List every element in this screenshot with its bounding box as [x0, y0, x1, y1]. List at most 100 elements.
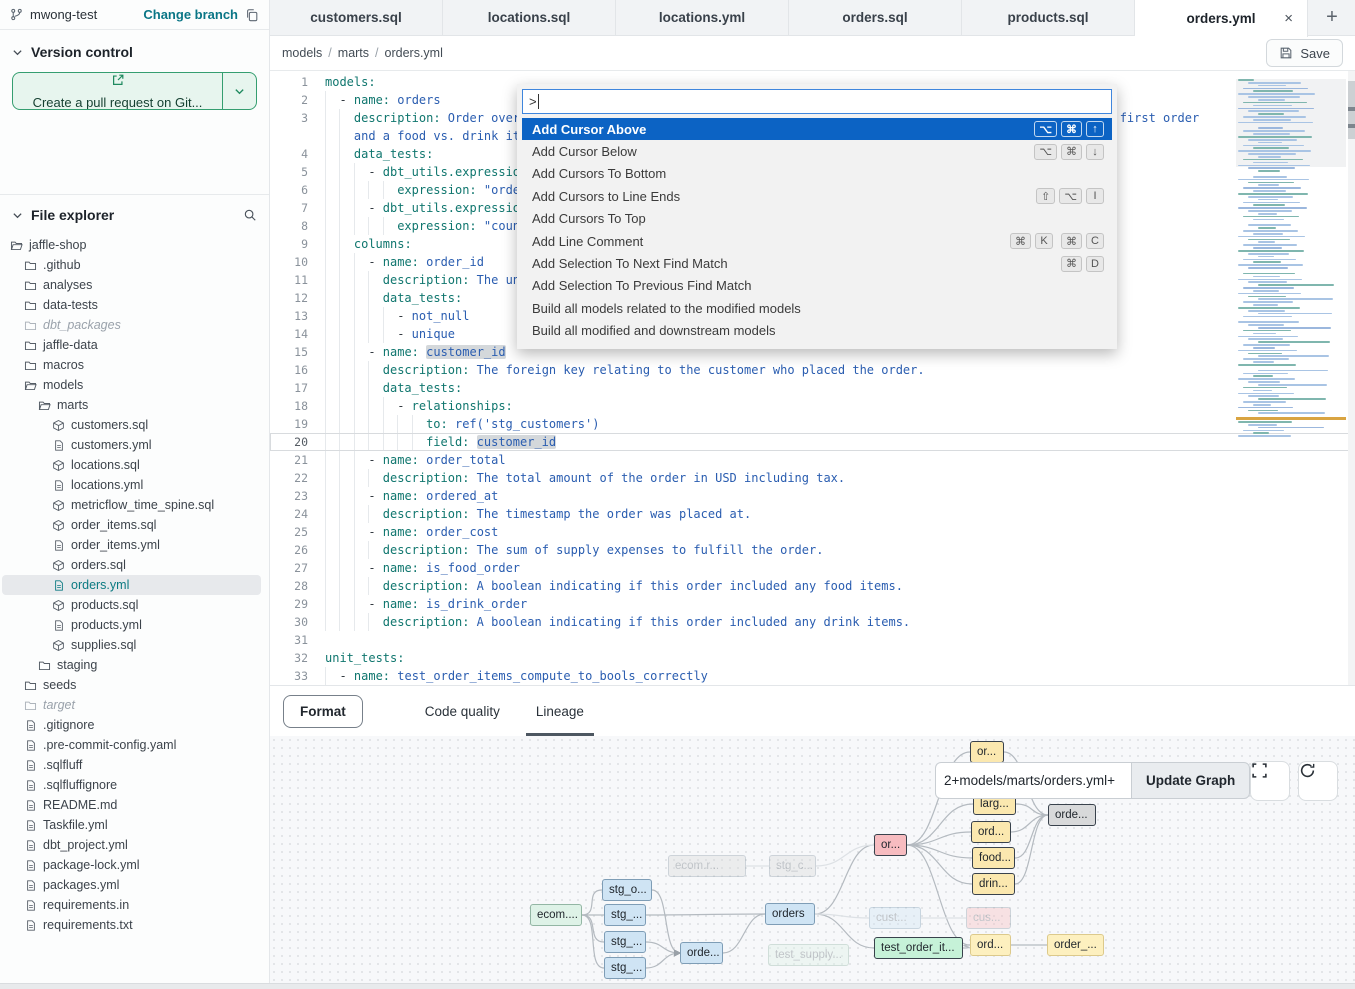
lineage-node-cust[interactable]: cust...	[869, 907, 921, 929]
tree-item-products.sql[interactable]: products.sql	[2, 595, 261, 615]
tree-item-.pre-commit-config.yaml[interactable]: .pre-commit-config.yaml	[2, 735, 261, 755]
tree-item-README.md[interactable]: README.md	[2, 795, 261, 815]
palette-item[interactable]: Add Line Comment⌘K⌘C	[522, 230, 1112, 252]
editor-scrollbar[interactable]	[1348, 71, 1355, 685]
lineage-node-stg_[interactable]: stg_...	[604, 957, 646, 979]
lineage-node-ord[interactable]: ord...	[971, 821, 1011, 843]
code-line[interactable]: 25- name: order_cost	[270, 523, 1355, 541]
lineage-node-orde[interactable]: orde...	[1048, 804, 1096, 826]
tree-item-.sqlfluffignore[interactable]: .sqlfluffignore	[2, 775, 261, 795]
code-line[interactable]: 33- name: test_order_items_compute_to_bo…	[270, 667, 1355, 685]
palette-item[interactable]: Add Selection To Next Find Match⌘D	[522, 252, 1112, 274]
tree-item-.gitignore[interactable]: .gitignore	[2, 715, 261, 735]
lineage-node-order_[interactable]: order_...	[1047, 934, 1104, 956]
lineage-node-food[interactable]: food...	[972, 847, 1015, 869]
lineage-node-orders[interactable]: orders	[765, 903, 815, 925]
lineage-node-ecomr[interactable]: ecom.r...	[668, 855, 746, 877]
lineage-node-stg_[interactable]: stg_...	[604, 931, 646, 953]
tree-item-staging[interactable]: staging	[2, 655, 261, 675]
breadcrumb-part[interactable]: marts	[338, 46, 369, 60]
file-explorer-header[interactable]: File explorer	[0, 195, 269, 231]
code-line[interactable]: 24description: The timestamp the order w…	[270, 505, 1355, 523]
code-line[interactable]: 30description: A boolean indicating if t…	[270, 613, 1355, 631]
lineage-node-test_order_it[interactable]: test_order_it...	[874, 937, 963, 959]
palette-item[interactable]: Add Cursor Above⌥⌘↑	[522, 118, 1112, 140]
close-icon[interactable]: ×	[1284, 10, 1293, 27]
lineage-node-or[interactable]: or...	[970, 741, 1004, 763]
code-line[interactable]: 17data_tests:	[270, 379, 1355, 397]
tree-item-requirements.txt[interactable]: requirements.txt	[2, 915, 261, 935]
lineage-node-stg_[interactable]: stg_...	[604, 904, 646, 926]
format-button[interactable]: Format	[283, 695, 363, 728]
code-line[interactable]: 22description: The total amount of the o…	[270, 469, 1355, 487]
tab-products.sql[interactable]: products.sql	[962, 0, 1135, 35]
code-line[interactable]: 21- name: order_total	[270, 451, 1355, 469]
tree-item-products.yml[interactable]: products.yml	[2, 615, 261, 635]
code-line[interactable]: 32unit_tests:	[270, 649, 1355, 667]
code-line[interactable]: 28description: A boolean indicating if t…	[270, 577, 1355, 595]
refresh-button[interactable]	[1298, 761, 1338, 801]
palette-item[interactable]: Add Selection To Previous Find Match	[522, 275, 1112, 297]
tree-item-customers.sql[interactable]: customers.sql	[2, 415, 261, 435]
tree-item-dbt_project.yml[interactable]: dbt_project.yml	[2, 835, 261, 855]
tab-locations.yml[interactable]: locations.yml	[616, 0, 789, 35]
tree-item-macros[interactable]: macros	[2, 355, 261, 375]
tree-item-locations.sql[interactable]: locations.sql	[2, 455, 261, 475]
palette-item[interactable]: Build all modified and downstream models	[522, 320, 1112, 342]
tab-locations.sql[interactable]: locations.sql	[443, 0, 616, 35]
code-line[interactable]: 18- relationships:	[270, 397, 1355, 415]
code-line[interactable]: 27- name: is_food_order	[270, 559, 1355, 577]
tree-item-customers.yml[interactable]: customers.yml	[2, 435, 261, 455]
fullscreen-button[interactable]	[1250, 761, 1290, 801]
breadcrumb-part[interactable]: models	[282, 46, 322, 60]
code-line[interactable]: 23- name: ordered_at	[270, 487, 1355, 505]
code-line[interactable]: 29- name: is_drink_order	[270, 595, 1355, 613]
create-pr-split-button[interactable]: Create a pull request on Git...	[12, 72, 257, 110]
command-palette-input[interactable]: >	[522, 89, 1112, 114]
tree-item-Taskfile.yml[interactable]: Taskfile.yml	[2, 815, 261, 835]
version-control-header[interactable]: Version control	[0, 30, 269, 68]
code-editor[interactable]: 1models:2- name: orders3description: Ord…	[270, 71, 1355, 685]
bottom-tab-lineage[interactable]: Lineage	[518, 686, 602, 736]
tab-orders.sql[interactable]: orders.sql	[789, 0, 962, 35]
tree-item-data-tests[interactable]: data-tests	[2, 295, 261, 315]
tree-item-order_items.yml[interactable]: order_items.yml	[2, 535, 261, 555]
lineage-node-orde[interactable]: orde...	[680, 942, 723, 964]
tab-customers.sql[interactable]: customers.sql	[270, 0, 443, 35]
lineage-node-ecom[interactable]: ecom....	[530, 904, 582, 926]
tree-item-orders.yml[interactable]: orders.yml	[2, 575, 261, 595]
tree-item-analyses[interactable]: analyses	[2, 275, 261, 295]
palette-item[interactable]: Build all models related to the modified…	[522, 297, 1112, 319]
copy-icon[interactable]	[245, 8, 259, 22]
palette-item[interactable]: Add Cursors To Bottom	[522, 163, 1112, 185]
tree-item-orders.sql[interactable]: orders.sql	[2, 555, 261, 575]
lineage-node-or[interactable]: or...	[874, 834, 907, 856]
lineage-filter-input[interactable]: 2+models/marts/orders.yml+	[935, 762, 1131, 799]
code-line[interactable]: 16description: The foreign key relating …	[270, 361, 1355, 379]
tree-item-supplies.sql[interactable]: supplies.sql	[2, 635, 261, 655]
save-button[interactable]: Save	[1266, 39, 1343, 67]
lineage-node-ord[interactable]: ord...	[970, 934, 1011, 956]
tree-item-seeds[interactable]: seeds	[2, 675, 261, 695]
breadcrumb-part[interactable]: orders.yml	[385, 46, 443, 60]
tree-item-marts[interactable]: marts	[2, 395, 261, 415]
lineage-node-cus[interactable]: cus...	[966, 907, 1011, 929]
tab-orders.yml[interactable]: orders.yml×	[1135, 0, 1308, 37]
lineage-node-test_supply[interactable]: test_supply...	[768, 944, 849, 966]
code-line[interactable]: 20field: customer_id	[270, 433, 1355, 451]
palette-item[interactable]: Add Cursors to Line Ends⇧⌥I	[522, 185, 1112, 207]
lineage-node-stg_o[interactable]: stg_o...	[602, 879, 652, 901]
search-icon[interactable]	[243, 208, 257, 222]
palette-item[interactable]: Add Cursors To Top	[522, 208, 1112, 230]
tree-item-.sqlfluff[interactable]: .sqlfluff	[2, 755, 261, 775]
lineage-node-drin[interactable]: drin...	[972, 873, 1015, 895]
palette-item[interactable]: Add Cursor Below⌥⌘↓	[522, 140, 1112, 162]
code-line[interactable]: 19to: ref('stg_customers')	[270, 415, 1355, 433]
bottom-scroll-strip[interactable]	[0, 983, 1355, 989]
create-pr-dropdown[interactable]	[222, 73, 256, 109]
tree-item-jaffle-shop[interactable]: jaffle-shop	[2, 235, 261, 255]
new-tab-button[interactable]: +	[1309, 0, 1355, 35]
tree-item-locations.yml[interactable]: locations.yml	[2, 475, 261, 495]
tree-item-dbt_packages[interactable]: dbt_packages	[2, 315, 261, 335]
minimap[interactable]	[1236, 79, 1346, 447]
